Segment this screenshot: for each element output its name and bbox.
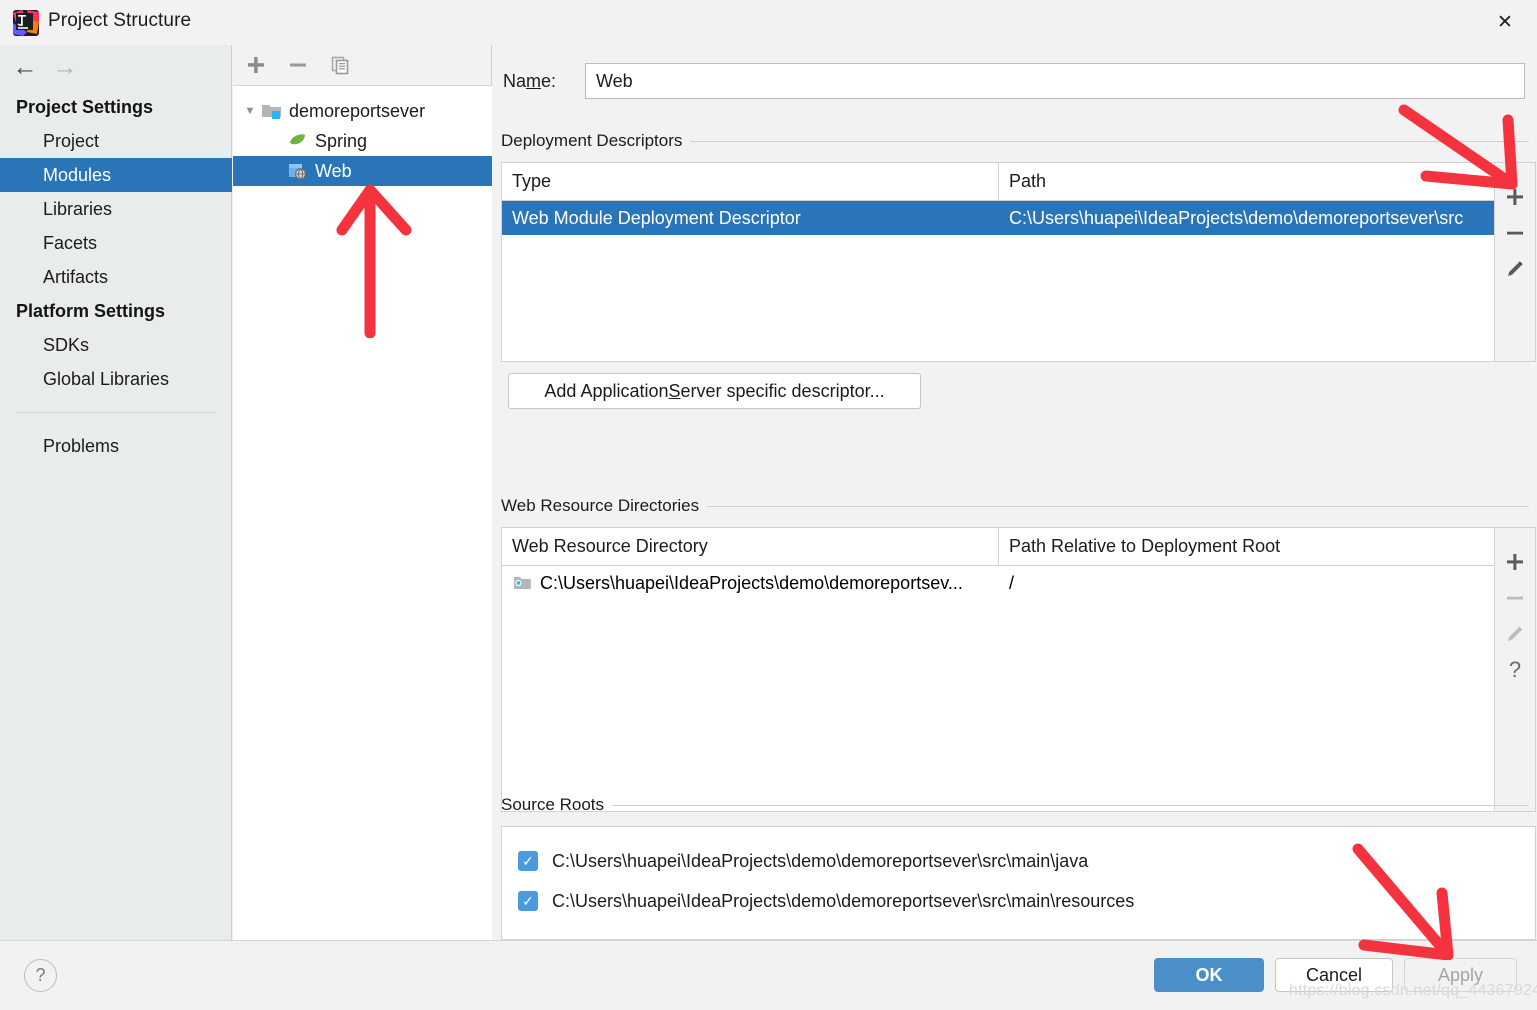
question-mark-icon: ? (1508, 657, 1522, 682)
source-roots-list: ✓ C:\Users\huapei\IdeaProjects\demo\demo… (501, 826, 1536, 940)
web-resource-directories-toolbar: ? (1495, 527, 1536, 812)
button-label-mnemonic: S (668, 380, 681, 401)
module-tree-panel: ▼ demoreportsever Spring Web (233, 45, 492, 940)
cell-relative-path: / (1009, 572, 1015, 593)
project-structure-dialog: Project Structure ✕ ← → Project Settings… (0, 0, 1537, 1010)
column-header-path[interactable]: Path (999, 163, 1494, 200)
sidebar-item-global-libraries[interactable]: Global Libraries (0, 362, 232, 396)
module-name-input[interactable] (585, 63, 1525, 99)
tree-node-label: Web (315, 160, 352, 181)
table-header-row: Type Path (502, 163, 1494, 201)
deployment-descriptors-caption: Deployment Descriptors (501, 131, 1529, 151)
web-resource-directories-caption: Web Resource Directories (501, 496, 1529, 516)
window-title: Project Structure (48, 10, 192, 31)
tree-node-demoreportsever[interactable]: ▼ demoreportsever (233, 96, 492, 126)
sidebar-item-project[interactable]: Project (0, 124, 232, 158)
help-button[interactable]: ? (24, 959, 57, 992)
forward-arrow-icon[interactable]: → (48, 52, 82, 82)
dd-remove-button[interactable] (1495, 215, 1536, 251)
web-facet-icon (287, 162, 309, 180)
title-bar: Project Structure ✕ (0, 0, 1537, 45)
caption-rule (612, 804, 1529, 806)
dd-add-button[interactable] (1495, 179, 1536, 215)
ok-button[interactable]: OK (1154, 958, 1264, 992)
caption-rule (707, 505, 1529, 507)
web-resource-directories-title: Web Resource Directories (501, 496, 700, 515)
remove-module-button[interactable] (285, 52, 311, 78)
sidebar-item-facets[interactable]: Facets (0, 226, 232, 260)
wrd-edit-button[interactable] (1495, 616, 1536, 652)
module-tree: ▼ demoreportsever Spring Web (233, 85, 492, 940)
source-root-row[interactable]: ✓ C:\Users\huapei\IdeaProjects\demo\demo… (502, 841, 1535, 881)
deployment-descriptors-title: Deployment Descriptors (501, 131, 683, 150)
cell-path: C:\Users\huapei\IdeaProjects\demo\demore… (1009, 207, 1464, 228)
column-header-relative-path[interactable]: Path Relative to Deployment Root (999, 528, 1494, 565)
sidebar-item-sdks[interactable]: SDKs (0, 328, 232, 362)
source-root-path: C:\Users\huapei\IdeaProjects\demo\demore… (552, 850, 1089, 871)
cell-web-resource-directory: C:\Users\huapei\IdeaProjects\demo\demore… (502, 573, 999, 594)
cell-type: Web Module Deployment Descriptor (512, 207, 801, 228)
source-root-checkbox[interactable]: ✓ (518, 891, 538, 911)
tree-node-web[interactable]: Web (233, 156, 492, 186)
source-root-checkbox[interactable]: ✓ (518, 851, 538, 871)
add-module-button[interactable] (243, 52, 269, 78)
sidebar-nav-buttons: ← → (0, 45, 232, 90)
sidebar-divider (16, 412, 216, 413)
column-header-web-resource-directory[interactable]: Web Resource Directory (502, 528, 999, 565)
copy-module-button[interactable] (327, 52, 353, 78)
source-roots-title: Source Roots (501, 795, 604, 814)
button-label-pre: Add Application (544, 380, 669, 401)
sidebar-item-artifacts[interactable]: Artifacts (0, 260, 232, 294)
module-name-label: Name: (503, 70, 557, 91)
module-name-row: Name: (503, 63, 1525, 99)
spring-leaf-icon (287, 132, 309, 150)
table-row[interactable]: C:\Users\huapei\IdeaProjects\demo\demore… (502, 566, 1494, 600)
module-folder-icon (261, 102, 283, 120)
sidebar-item-libraries[interactable]: Libraries (0, 192, 232, 226)
close-icon[interactable]: ✕ (1473, 0, 1537, 44)
sidebar-group-project-settings: Project Settings (16, 97, 154, 117)
web-resource-directories-table: Web Resource Directory Path Relative to … (501, 527, 1495, 812)
back-arrow-icon[interactable]: ← (8, 52, 42, 82)
caption-rule (690, 140, 1529, 142)
add-application-server-descriptor-button[interactable]: Add Application Server specific descript… (508, 373, 921, 409)
settings-sidebar: ← → Project Settings Project Modules Lib… (0, 45, 232, 940)
module-tree-toolbar (233, 45, 492, 85)
chevron-down-icon[interactable]: ▼ (239, 105, 261, 117)
sidebar-item-problems[interactable]: Problems (0, 429, 232, 463)
deployment-descriptors-toolbar (1495, 162, 1536, 362)
cell-text: C:\Users\huapei\IdeaProjects\demo\demore… (540, 572, 963, 593)
wrd-add-button[interactable] (1495, 544, 1536, 580)
column-header-type[interactable]: Type (502, 163, 999, 200)
source-root-path: C:\Users\huapei\IdeaProjects\demo\demore… (552, 890, 1135, 911)
wrd-remove-button[interactable] (1495, 580, 1536, 616)
watermark-text: https://blog.csdn.net/qq_44367924 (1289, 982, 1537, 999)
table-header-row: Web Resource Directory Path Relative to … (502, 528, 1494, 566)
tree-node-spring[interactable]: Spring (233, 126, 492, 156)
wrd-help-button[interactable]: ? (1495, 652, 1536, 688)
table-row[interactable]: Web Module Deployment Descriptor C:\User… (502, 201, 1494, 235)
source-roots-caption: Source Roots (501, 795, 1529, 815)
deployment-descriptors-table: Type Path Web Module Deployment Descript… (501, 162, 1495, 362)
folder-web-icon (512, 574, 534, 592)
tree-node-label: demoreportsever (289, 100, 426, 121)
sidebar-item-modules[interactable]: Modules (0, 158, 232, 192)
sidebar-group-platform-settings: Platform Settings (16, 301, 166, 321)
dd-edit-button[interactable] (1495, 251, 1536, 287)
button-label-post: erver specific descriptor... (680, 380, 885, 401)
module-settings-panel: Name: Deployment Descriptors Type Path W… (493, 45, 1537, 940)
tree-node-label: Spring (315, 130, 368, 151)
source-root-row[interactable]: ✓ C:\Users\huapei\IdeaProjects\demo\demo… (502, 881, 1535, 921)
intellij-idea-icon (13, 10, 39, 36)
